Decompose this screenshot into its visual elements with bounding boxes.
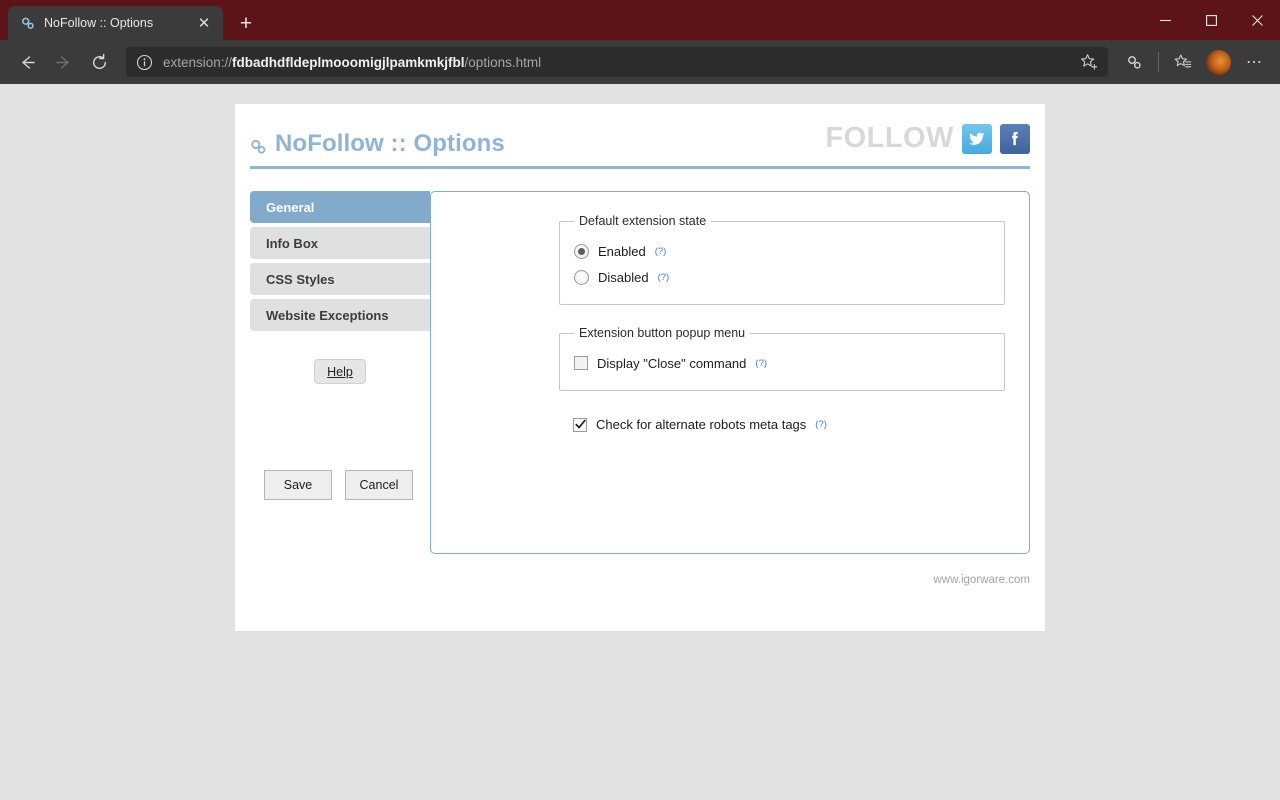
help-link-icon[interactable]: (?) xyxy=(755,358,767,369)
help-link-icon[interactable]: (?) xyxy=(815,419,827,430)
sidebar-item-website-exceptions[interactable]: Website Exceptions xyxy=(250,299,430,331)
browser-tab-active[interactable]: NoFollow :: Options ✕ xyxy=(8,6,223,40)
sidebar: General Info Box CSS Styles Website Exce… xyxy=(250,191,430,554)
tab-title: NoFollow :: Options xyxy=(44,16,154,30)
help-link-icon[interactable]: (?) xyxy=(655,246,667,257)
general-tab-content: Default extension state Enabled (?) Disa… xyxy=(431,214,1029,432)
more-menu-icon[interactable]: ⋯ xyxy=(1238,45,1270,79)
page-viewport: NoFollow :: Options FOLLOW General Info … xyxy=(0,84,1280,800)
reload-button[interactable] xyxy=(82,45,116,79)
sidebar-item-css-styles[interactable]: CSS Styles xyxy=(250,263,430,295)
page-header: NoFollow :: Options FOLLOW xyxy=(250,104,1030,169)
cancel-button[interactable]: Cancel xyxy=(345,470,413,500)
close-window-button[interactable] xyxy=(1234,0,1280,40)
favorites-list-icon[interactable] xyxy=(1167,45,1199,79)
navigation-toolbar: extension://fdbadhdfldeplmooomigjlpamkmk… xyxy=(0,40,1280,84)
site-info-icon[interactable] xyxy=(136,54,153,71)
sidebar-item-general[interactable]: General xyxy=(250,191,430,223)
page-title: NoFollow :: Options xyxy=(250,130,505,158)
toolbar-actions: ⋯ xyxy=(1118,45,1270,79)
facebook-f-icon[interactable] xyxy=(1000,123,1030,154)
checkbox-label-robots-meta: Check for alternate robots meta tags xyxy=(596,417,807,432)
checkbox-row-close-command[interactable]: Display "Close" command (?) xyxy=(574,350,990,376)
fieldset-legend: Extension button popup menu xyxy=(579,326,746,340)
checkbox-label-close-command: Display "Close" command xyxy=(597,355,747,371)
close-tab-icon[interactable]: ✕ xyxy=(193,12,215,34)
back-button[interactable] xyxy=(10,45,44,79)
new-tab-button[interactable]: + xyxy=(229,6,263,40)
sidebar-item-label: Website Exceptions xyxy=(266,307,389,323)
save-button[interactable]: Save xyxy=(264,470,332,500)
page-title-text: NoFollow :: Options xyxy=(275,130,505,157)
link-chain-icon xyxy=(250,135,268,154)
fieldset-legend: Default extension state xyxy=(579,214,707,228)
extensions-icon[interactable] xyxy=(1118,45,1150,79)
action-buttons: Save Cancel xyxy=(250,470,430,500)
help-row: Help xyxy=(250,359,430,384)
radio-label-disabled: Disabled xyxy=(598,269,649,285)
twitter-bird-icon[interactable] xyxy=(962,123,992,154)
follow-block: FOLLOW xyxy=(825,122,1030,158)
checkbox-row-robots-meta[interactable]: Check for alternate robots meta tags (?) xyxy=(559,417,1005,432)
radio-row-disabled[interactable]: Disabled (?) xyxy=(574,264,990,290)
browser-window: NoFollow :: Options ✕ + extension://fdba… xyxy=(0,0,1280,800)
radio-row-enabled[interactable]: Enabled (?) xyxy=(574,238,990,264)
add-favorite-star-icon[interactable] xyxy=(1076,49,1102,75)
titlebar: NoFollow :: Options ✕ + xyxy=(0,0,1280,40)
forward-button[interactable] xyxy=(46,45,80,79)
sidebar-item-label: CSS Styles xyxy=(266,271,335,287)
page-footer: www.igorware.com xyxy=(235,554,1045,588)
sidebar-item-info-box[interactable]: Info Box xyxy=(250,227,430,259)
checkbox-robots-meta[interactable] xyxy=(573,417,587,432)
toolbar-divider xyxy=(1158,52,1159,72)
maximize-button[interactable] xyxy=(1188,0,1234,40)
sidebar-item-label: Info Box xyxy=(266,235,318,251)
link-chain-icon xyxy=(20,15,36,31)
url-text: extension://fdbadhdfldeplmooomigjlpamkmk… xyxy=(163,54,542,70)
options-panel: Default extension state Enabled (?) Disa… xyxy=(430,191,1030,554)
address-bar[interactable]: extension://fdbadhdfldeplmooomigjlpamkmk… xyxy=(126,47,1108,77)
sidebar-item-label: General xyxy=(266,199,315,215)
help-link-icon[interactable]: (?) xyxy=(658,272,670,283)
default-extension-state-fieldset: Default extension state Enabled (?) Disa… xyxy=(559,214,1005,305)
help-button[interactable]: Help xyxy=(314,359,366,384)
page-body: General Info Box CSS Styles Website Exce… xyxy=(235,169,1045,554)
radio-disabled[interactable] xyxy=(574,269,589,285)
checkbox-close-command[interactable] xyxy=(574,356,588,370)
window-controls xyxy=(1142,0,1280,40)
follow-label: FOLLOW xyxy=(825,122,954,154)
profile-avatar[interactable] xyxy=(1206,49,1231,75)
tab-strip: NoFollow :: Options ✕ + xyxy=(0,0,263,40)
sidebar-tabs: General Info Box CSS Styles Website Exce… xyxy=(250,191,430,331)
radio-label-enabled: Enabled xyxy=(598,243,646,259)
footer-website-text: www.igorware.com xyxy=(933,574,1031,586)
minimize-button[interactable] xyxy=(1142,0,1188,40)
popup-menu-fieldset: Extension button popup menu Display "Clo… xyxy=(559,326,1005,391)
options-page: NoFollow :: Options FOLLOW General Info … xyxy=(235,104,1045,631)
radio-enabled[interactable] xyxy=(574,243,589,259)
